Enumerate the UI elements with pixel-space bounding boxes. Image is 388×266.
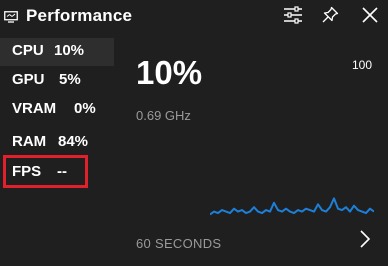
metric-row-vram[interactable]: VRAM 0% xyxy=(0,96,114,124)
metric-label: CPU xyxy=(12,42,44,59)
metric-value: 0% xyxy=(74,100,96,117)
usage-line xyxy=(210,197,374,216)
window-title: Performance xyxy=(26,6,133,25)
graph-max-label: 100 xyxy=(351,58,372,72)
metric-row-gpu[interactable]: GPU 5% xyxy=(0,67,114,95)
pin-button[interactable] xyxy=(316,4,344,30)
metric-value: 84% xyxy=(58,133,89,150)
metric-row-ram[interactable]: RAM 84% xyxy=(0,129,114,157)
settings-button[interactable] xyxy=(279,4,307,30)
chevron-right-icon xyxy=(359,229,371,254)
usage-graph xyxy=(210,197,374,216)
metric-label: GPU xyxy=(12,71,45,88)
fps-highlight-box xyxy=(3,155,88,188)
next-button[interactable] xyxy=(354,228,376,254)
metric-value: 5% xyxy=(59,71,81,88)
current-usage-value: 10% xyxy=(136,54,203,91)
graph-time-window-label: 60 SECONDS xyxy=(136,236,222,251)
metric-list: CPU 10% GPU 5% VRAM 0% RAM 84% FPS -- xyxy=(0,38,114,266)
title-bar: Performance xyxy=(0,0,388,34)
performance-widget: Performance CPU 10% GPU 5% VRAM 0% RAM 8… xyxy=(0,0,388,266)
monitor-icon xyxy=(4,10,18,23)
metric-label: RAM xyxy=(12,133,47,150)
close-button[interactable] xyxy=(356,4,384,30)
detail-panel: 10% 0.69 GHz 100 60 SECONDS xyxy=(114,38,388,266)
metric-value: 10% xyxy=(54,42,85,59)
pin-icon xyxy=(321,6,339,29)
cpu-frequency: 0.69 GHz xyxy=(136,108,191,123)
sliders-icon xyxy=(283,5,303,29)
metric-row-cpu[interactable]: CPU 10% xyxy=(0,38,114,66)
metric-label: VRAM xyxy=(12,100,57,117)
close-icon xyxy=(361,6,379,29)
